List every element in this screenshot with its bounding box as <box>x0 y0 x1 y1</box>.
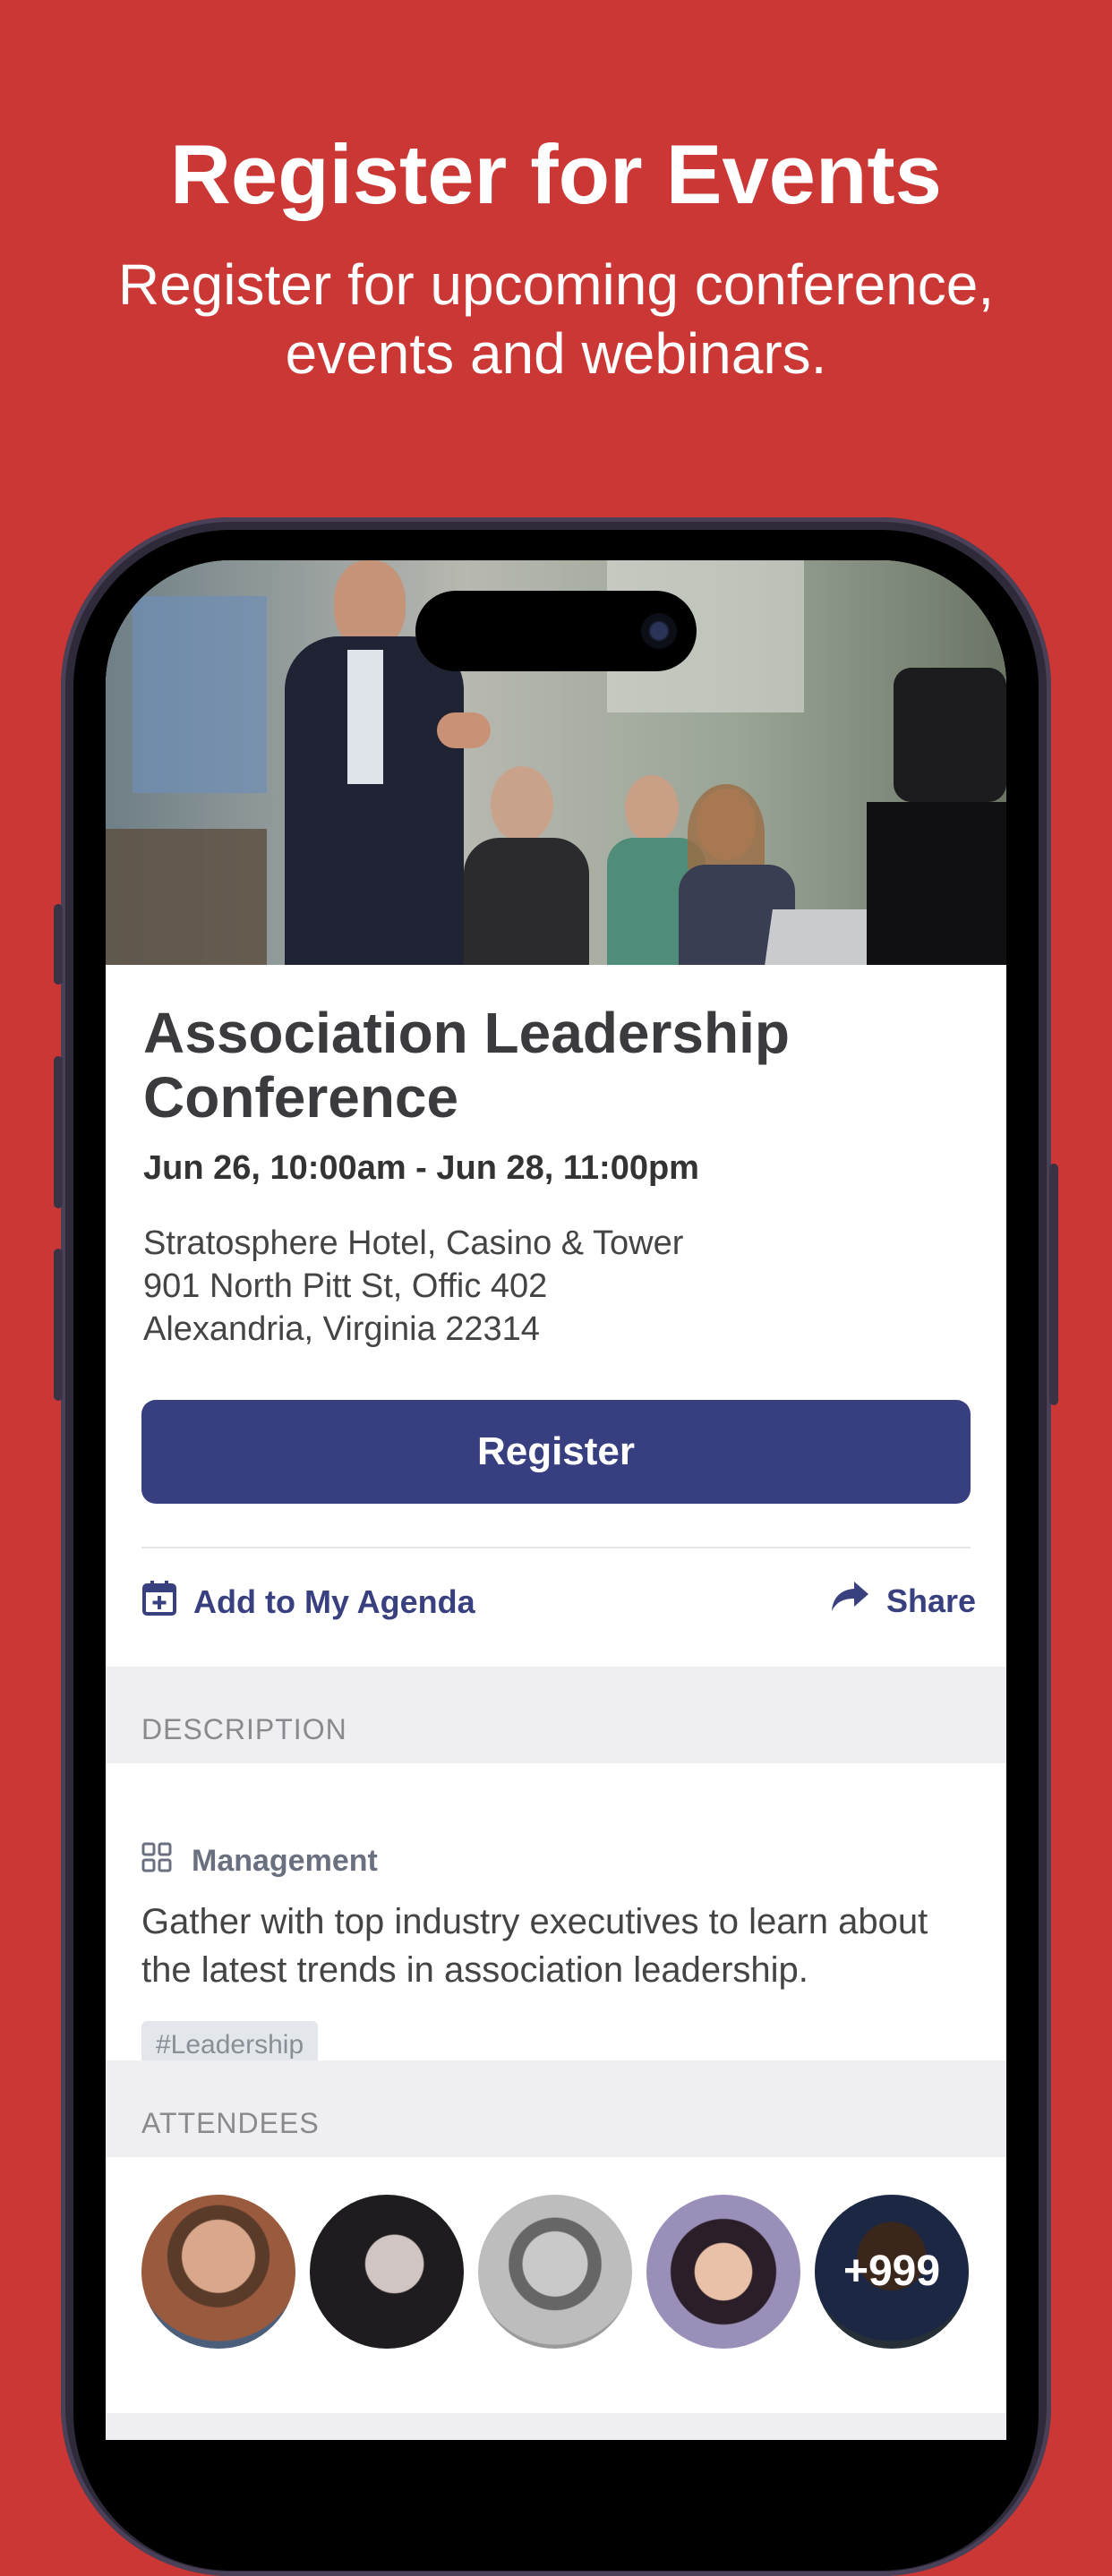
description-section-header: DESCRIPTION <box>106 1667 1006 1763</box>
calendar-plus-icon <box>141 1579 177 1625</box>
more-attendees-button[interactable]: +999 <box>815 2195 969 2349</box>
more-attendees-count: +999 <box>843 2248 941 2295</box>
grid-icon <box>141 1842 172 1881</box>
bottom-section-band <box>106 2413 1006 2440</box>
attendee-avatar[interactable] <box>646 2195 800 2349</box>
phone-power-button <box>1049 1164 1058 1405</box>
promo-title: Register for Events <box>170 127 942 221</box>
event-street: 901 North Pitt St, Offic 402 <box>143 1267 548 1305</box>
attendee-avatar[interactable] <box>310 2195 464 2349</box>
attendees-section-header: ATTENDEES <box>106 2060 1006 2157</box>
share-button[interactable]: Share <box>829 1579 976 1623</box>
attendee-avatar[interactable] <box>478 2195 632 2349</box>
event-city: Alexandria, Virginia 22314 <box>143 1310 540 1348</box>
register-button[interactable]: Register <box>141 1400 971 1504</box>
event-title: Association Leadership Conference <box>143 1001 790 1130</box>
app-screen: Association Leadership Conference Jun 26… <box>106 560 1006 2440</box>
add-to-agenda-label: Add to My Agenda <box>193 1582 475 1620</box>
attendee-avatar[interactable] <box>141 2195 295 2349</box>
divider <box>141 1547 971 1548</box>
add-to-agenda-button[interactable]: Add to My Agenda <box>141 1579 475 1625</box>
phone-side-button <box>54 904 63 985</box>
share-arrow-icon <box>829 1579 870 1623</box>
category-row: Management <box>141 1842 378 1881</box>
description-text: Gather with top industry executives to l… <box>141 1902 928 1990</box>
event-dates: Jun 26, 10:00am - Jun 28, 11:00pm <box>143 1149 699 1187</box>
share-label: Share <box>886 1582 977 1619</box>
phone-volume-down <box>54 1249 63 1401</box>
promo-subtitle: Register for upcoming conference, events… <box>117 252 995 386</box>
event-venue: Stratosphere Hotel, Casino & Tower <box>143 1224 684 1262</box>
phone-volume-up <box>54 1056 63 1208</box>
dynamic-island <box>415 591 697 671</box>
category-label: Management <box>192 1844 378 1878</box>
